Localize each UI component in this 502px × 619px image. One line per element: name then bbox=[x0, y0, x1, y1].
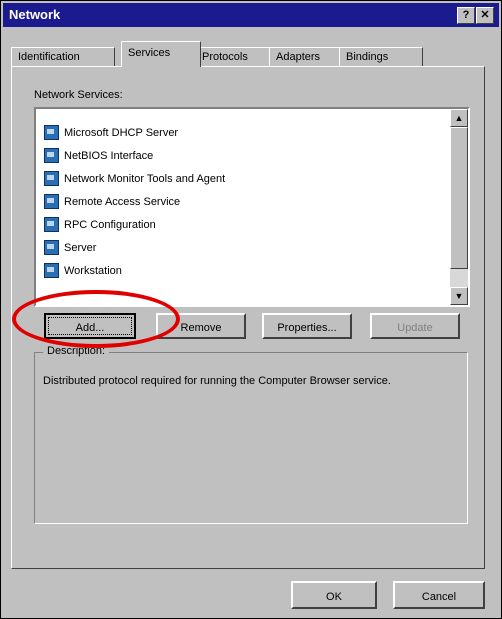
service-icon bbox=[44, 217, 59, 232]
list-item[interactable]: Workstation bbox=[44, 259, 444, 282]
tab-identification[interactable]: Identification bbox=[11, 47, 115, 66]
service-icon bbox=[44, 125, 59, 140]
close-button[interactable]: ✕ bbox=[476, 7, 494, 24]
vertical-scrollbar[interactable]: ▲ ▼ bbox=[450, 109, 468, 305]
scroll-up-icon[interactable]: ▲ bbox=[450, 109, 468, 127]
properties-button[interactable]: Properties... bbox=[262, 313, 352, 339]
add-button[interactable]: Add... bbox=[44, 313, 136, 339]
ok-button[interactable]: OK bbox=[291, 581, 377, 609]
list-item[interactable]: NetBIOS Interface bbox=[44, 144, 444, 167]
list-item-label: Microsoft DHCP Server bbox=[64, 126, 179, 139]
list-item[interactable]: Server bbox=[44, 236, 444, 259]
services-panel: Network Services: Microsoft DHCP Server … bbox=[11, 66, 485, 569]
network-dialog: Network ? ✕ Identification Services Prot… bbox=[0, 0, 502, 619]
list-item-label: NetBIOS Interface bbox=[64, 149, 154, 162]
list-item-label: Remote Access Service bbox=[64, 195, 181, 208]
list-item[interactable]: RPC Configuration bbox=[44, 213, 444, 236]
scroll-down-icon[interactable]: ▼ bbox=[450, 287, 468, 305]
network-services-label: Network Services: bbox=[34, 89, 123, 101]
cancel-button[interactable]: Cancel bbox=[393, 581, 485, 609]
list-item-label: Network Monitor Tools and Agent bbox=[64, 172, 226, 185]
list-item-label: Server bbox=[64, 241, 97, 254]
tab-bindings[interactable]: Bindings bbox=[339, 47, 423, 66]
service-icon bbox=[44, 194, 59, 209]
service-icon bbox=[44, 171, 59, 186]
service-icon bbox=[44, 240, 59, 255]
tab-services[interactable]: Services bbox=[121, 41, 201, 67]
service-icon bbox=[44, 263, 59, 278]
update-button[interactable]: Update bbox=[370, 313, 460, 339]
list-item[interactable]: Remote Access Service bbox=[44, 190, 444, 213]
service-icon bbox=[44, 148, 59, 163]
title-bar[interactable]: Network ? ✕ bbox=[3, 3, 499, 27]
tab-adapters[interactable]: Adapters bbox=[269, 47, 349, 66]
list-item[interactable]: Network Monitor Tools and Agent bbox=[44, 167, 444, 190]
help-button[interactable]: ? bbox=[457, 7, 475, 24]
description-text: Distributed protocol required for runnin… bbox=[43, 375, 391, 387]
list-item[interactable]: Microsoft DHCP Server bbox=[44, 121, 444, 144]
description-group: Description: Distributed protocol requir… bbox=[34, 345, 468, 524]
description-label: Description: bbox=[43, 345, 110, 357]
list-item-label: RPC Configuration bbox=[64, 218, 156, 231]
remove-button[interactable]: Remove bbox=[156, 313, 246, 339]
window-title: Network bbox=[9, 7, 61, 22]
list-item-label: Workstation bbox=[64, 264, 122, 277]
services-list[interactable]: Microsoft DHCP Server NetBIOS Interface … bbox=[34, 107, 470, 307]
services-items: Microsoft DHCP Server NetBIOS Interface … bbox=[44, 121, 444, 282]
scroll-thumb[interactable] bbox=[450, 127, 468, 269]
